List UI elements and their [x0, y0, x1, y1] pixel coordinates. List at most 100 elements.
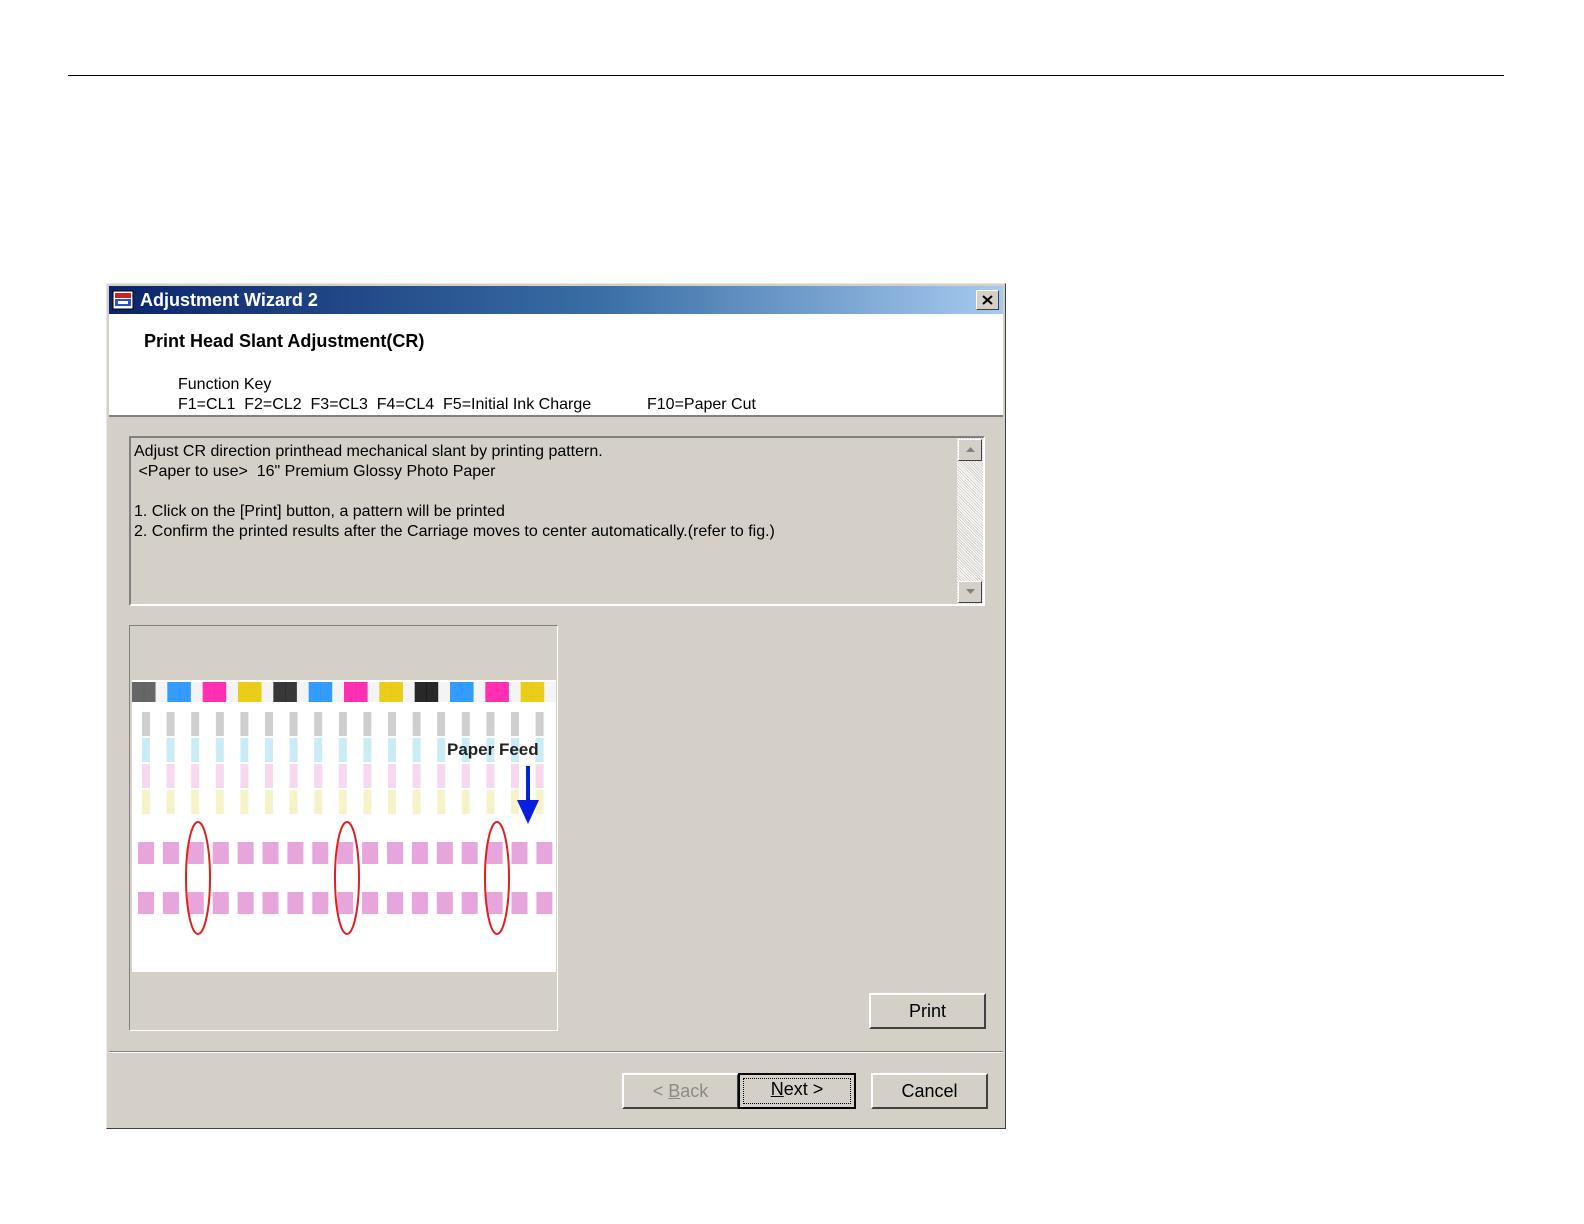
test-block	[138, 892, 154, 914]
nozzle-column	[511, 712, 519, 736]
color-swatch	[296, 682, 310, 702]
nozzle-column	[535, 712, 544, 736]
test-block	[212, 892, 229, 914]
scroll-up-button[interactable]	[958, 439, 982, 461]
nozzle-column	[265, 712, 273, 736]
color-swatch	[202, 682, 215, 702]
vertical-scrollbar[interactable]	[957, 438, 983, 604]
nozzle-column	[363, 738, 372, 762]
nozzle-column	[511, 790, 519, 814]
test-block	[312, 892, 329, 914]
nozzle-column	[437, 764, 446, 788]
cancel-button[interactable]: Cancel	[871, 1073, 988, 1109]
color-swatch	[320, 682, 333, 702]
nozzle-column	[437, 790, 446, 814]
color-swatch	[508, 682, 522, 702]
nozzle-column	[412, 712, 421, 736]
nozzle-column	[486, 764, 495, 788]
page-top-rule	[68, 75, 1504, 76]
reference-figure-frame: Paper Feed	[129, 625, 558, 1031]
page-title: Print Head Slant Adjustment(CR)	[144, 331, 425, 351]
color-swatch	[532, 682, 545, 702]
function-key-paper-cut: F10=Paper Cut	[647, 396, 756, 413]
color-swatch	[308, 682, 321, 702]
test-block	[162, 842, 179, 864]
color-swatch	[332, 682, 345, 702]
instruction-line	[134, 482, 953, 502]
test-block	[436, 892, 453, 914]
nozzle-column	[437, 738, 446, 762]
nozzle-column	[240, 790, 249, 814]
color-swatch	[450, 682, 463, 702]
title-bar[interactable]: Adjustment Wizard 2	[109, 286, 1003, 314]
test-block	[536, 892, 553, 914]
back-button[interactable]: < Back	[622, 1073, 739, 1109]
test-block	[262, 892, 279, 914]
arrow-up-icon	[966, 447, 975, 452]
color-swatch	[143, 682, 157, 702]
test-block	[486, 842, 503, 864]
color-swatch	[402, 682, 416, 702]
color-swatch	[520, 682, 533, 702]
back-prefix: <	[652, 1081, 669, 1101]
nozzle-column	[166, 764, 175, 788]
test-block	[337, 892, 354, 914]
color-swatch	[261, 682, 274, 702]
scroll-down-button[interactable]	[958, 581, 982, 603]
test-block	[436, 842, 453, 864]
nozzle-column	[363, 712, 372, 736]
test-block	[411, 892, 428, 914]
print-button[interactable]: Print	[869, 993, 986, 1029]
instruction-line: 2. Confirm the printed results after the…	[134, 523, 775, 540]
nozzle-column	[191, 790, 200, 814]
color-swatch	[285, 682, 298, 702]
back-accelerator: B	[668, 1081, 681, 1101]
nozzle-column	[215, 738, 224, 762]
color-swatch	[238, 682, 251, 702]
instruction-line: <Paper to use> 16" Premium Glossy Photo …	[134, 463, 496, 480]
nozzle-column	[388, 790, 396, 814]
nozzle-column	[142, 764, 150, 788]
nozzle-column	[265, 738, 273, 762]
test-block	[511, 842, 528, 864]
close-icon	[982, 295, 993, 305]
nozzle-column	[191, 712, 200, 736]
test-block	[187, 842, 204, 864]
color-swatch	[155, 682, 168, 702]
nozzle-column	[289, 712, 298, 736]
test-block	[387, 842, 403, 864]
color-swatch	[355, 682, 369, 702]
color-swatch	[391, 682, 404, 702]
nozzle-column	[363, 764, 372, 788]
color-swatch	[544, 682, 556, 702]
nozzle-column	[412, 764, 421, 788]
nozzle-column	[314, 712, 323, 736]
color-swatch	[132, 682, 145, 702]
test-block	[138, 842, 154, 864]
test-block	[511, 892, 528, 914]
test-block	[212, 842, 229, 864]
function-key-label: Function Key	[178, 376, 272, 393]
instructions-textbox[interactable]: Adjust CR direction printhead mechanical…	[129, 436, 985, 606]
nozzle-column	[166, 712, 175, 736]
close-button[interactable]	[976, 290, 999, 310]
color-swatch	[344, 682, 357, 702]
nozzle-column	[166, 738, 175, 762]
nozzle-column	[461, 712, 470, 736]
nozzle-column	[166, 790, 175, 814]
focus-rectangle	[743, 1078, 851, 1104]
color-swatch	[367, 682, 380, 702]
nozzle-column	[289, 764, 298, 788]
test-block	[312, 842, 329, 864]
test-block	[162, 892, 179, 914]
window-title: Adjustment Wizard 2	[140, 290, 318, 310]
nozzle-column	[338, 712, 347, 736]
color-swatch	[273, 682, 286, 702]
test-block	[337, 842, 354, 864]
nozzle-column	[265, 764, 273, 788]
nozzle-column	[412, 790, 421, 814]
color-swatch	[485, 682, 498, 702]
nozzle-column	[535, 764, 544, 788]
instruction-line: Adjust CR direction printhead mechanical…	[134, 443, 603, 460]
next-button[interactable]: Next >	[738, 1073, 856, 1109]
